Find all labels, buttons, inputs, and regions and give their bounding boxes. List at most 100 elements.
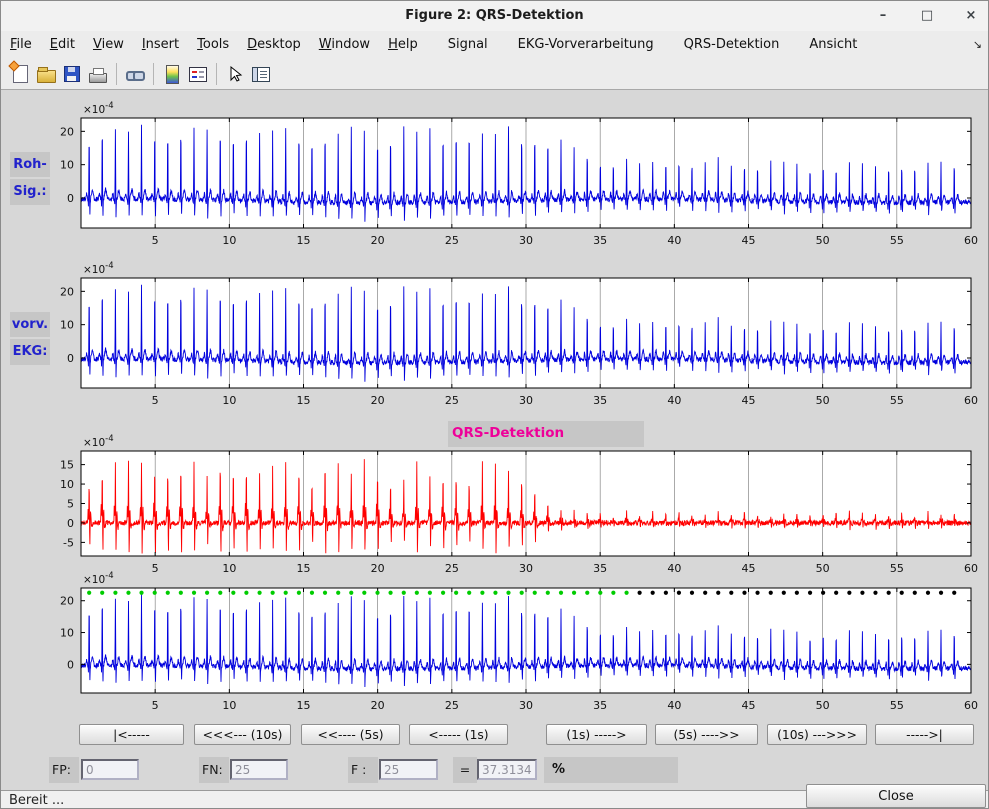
detected-beat-marker	[205, 591, 209, 595]
menu-insert[interactable]: Insert	[133, 31, 188, 59]
svg-text:45: 45	[742, 699, 756, 712]
nav-jump-end[interactable]: ----->|	[875, 724, 974, 745]
nav-back-1s[interactable]: <----- (1s)	[409, 724, 508, 745]
link-plot-icon[interactable]	[122, 61, 148, 87]
nav-jump-start[interactable]: |<-----	[79, 724, 184, 745]
svg-text:5: 5	[67, 498, 74, 511]
fn-label: FN:	[199, 757, 229, 783]
svg-text:25: 25	[445, 394, 459, 407]
missed-beat-marker	[795, 591, 799, 595]
menu-ansicht[interactable]: Ansicht	[800, 31, 866, 59]
nav-fwd-10s[interactable]: (10s) --->>>	[767, 724, 867, 745]
svg-text:30: 30	[519, 699, 533, 712]
missed-beat-marker	[834, 591, 838, 595]
svg-text:50: 50	[816, 394, 830, 407]
figure-window: Figure 2: QRS-Detektion –□× FileEditView…	[0, 0, 989, 809]
menu-edit[interactable]: Edit	[41, 31, 84, 59]
detected-beat-marker	[310, 591, 314, 595]
svg-text:10: 10	[222, 562, 236, 575]
plot-vorv-ekg: 5101520253035404550556001020×10-4	[60, 261, 978, 407]
window-controls: – □ ×	[874, 1, 980, 31]
f-label: F :	[348, 757, 378, 783]
menu-overflow-icon[interactable]: ↘	[973, 31, 982, 59]
qrs-detektion-title: QRS-Detektion	[448, 421, 644, 447]
svg-text:20: 20	[60, 125, 74, 138]
svg-text:15: 15	[297, 394, 311, 407]
svg-text:0: 0	[67, 658, 74, 671]
ratio-field[interactable]	[477, 759, 537, 780]
missed-beat-marker	[808, 591, 812, 595]
menu-signal[interactable]: Signal	[439, 31, 497, 59]
print-icon[interactable]	[85, 61, 111, 87]
menu-ekg-vorverarbeitung[interactable]: EKG-Vorverarbeitung	[509, 31, 663, 59]
missed-beat-marker	[651, 591, 655, 595]
detected-beat-marker	[284, 591, 288, 595]
nav-back-10s[interactable]: <<<--- (10s)	[194, 724, 291, 745]
edit-cursor-icon[interactable]	[222, 61, 248, 87]
colormap-icon[interactable]	[159, 61, 185, 87]
svg-text:60: 60	[964, 562, 978, 575]
close-button[interactable]: Close	[806, 784, 986, 808]
detected-beat-marker	[231, 591, 235, 595]
menu-file[interactable]: File	[1, 31, 41, 59]
save-icon[interactable]	[59, 61, 85, 87]
open-folder-icon[interactable]	[33, 61, 59, 87]
svg-text:×10-4: ×10-4	[83, 571, 114, 586]
menu-view[interactable]: View	[84, 31, 133, 59]
new-file-icon[interactable]	[7, 61, 33, 87]
menu-desktop[interactable]: Desktop	[238, 31, 310, 59]
detected-beat-marker	[598, 591, 602, 595]
detected-beat-marker	[572, 591, 576, 595]
plot-roh-signal: 5101520253035404550556001020×10-4	[60, 101, 978, 247]
insert-legend-icon[interactable]	[185, 61, 211, 87]
nav-fwd-5s[interactable]: (5s) ---->>	[655, 724, 758, 745]
f-field[interactable]	[379, 759, 438, 780]
fn-field[interactable]	[230, 759, 288, 780]
detected-beat-marker	[179, 591, 183, 595]
fp-field[interactable]	[81, 759, 139, 780]
detected-beat-marker	[297, 591, 301, 595]
label-roh: Roh-	[10, 152, 50, 177]
menu-help[interactable]: Help	[379, 31, 427, 59]
detected-beat-marker	[624, 591, 628, 595]
toolbar-separator	[116, 63, 117, 85]
svg-text:55: 55	[890, 562, 904, 575]
detected-beat-marker	[113, 591, 117, 595]
menubar: FileEditViewInsertToolsDesktopWindowHelp…	[1, 31, 988, 60]
detected-beat-marker	[218, 591, 222, 595]
missed-beat-marker	[900, 591, 904, 595]
detected-beat-marker	[349, 591, 353, 595]
property-inspector-icon[interactable]	[248, 61, 274, 87]
menu-window[interactable]: Window	[310, 31, 379, 59]
svg-text:5: 5	[152, 234, 159, 247]
svg-text:-5: -5	[63, 536, 74, 549]
detected-beat-marker	[388, 591, 392, 595]
label-sig: Sig.:	[10, 179, 50, 205]
close-icon[interactable]: ×	[962, 7, 980, 25]
detected-beat-marker	[192, 591, 196, 595]
menu-tools[interactable]: Tools	[188, 31, 238, 59]
svg-text:50: 50	[816, 562, 830, 575]
detected-beat-marker	[126, 591, 130, 595]
svg-text:10: 10	[60, 478, 74, 491]
nav-back-5s[interactable]: <<---- (5s)	[301, 724, 400, 745]
missed-beat-marker	[913, 591, 917, 595]
minimize-icon[interactable]: –	[874, 7, 892, 25]
figure-canvas: 5101520253035404550556001020×10-4 5 10 15 20…	[1, 90, 988, 790]
detected-beat-marker	[415, 591, 419, 595]
detected-beat-marker	[100, 591, 104, 595]
svg-text:15: 15	[297, 699, 311, 712]
missed-beat-marker	[729, 591, 733, 595]
svg-text:25: 25	[445, 562, 459, 575]
menu-qrs-detektion[interactable]: QRS-Detektion	[675, 31, 789, 59]
svg-text:40: 40	[667, 699, 681, 712]
missed-beat-marker	[873, 591, 877, 595]
svg-text:40: 40	[667, 394, 681, 407]
toolbar-separator	[216, 63, 217, 85]
plot-detektion: 5101520253035404550556001020×10-4	[60, 571, 978, 712]
svg-text:10: 10	[222, 699, 236, 712]
svg-text:60: 60	[964, 234, 978, 247]
maximize-icon[interactable]: □	[918, 7, 936, 25]
nav-fwd-1s[interactable]: (1s) ----->	[546, 724, 647, 745]
detected-beat-marker	[402, 591, 406, 595]
